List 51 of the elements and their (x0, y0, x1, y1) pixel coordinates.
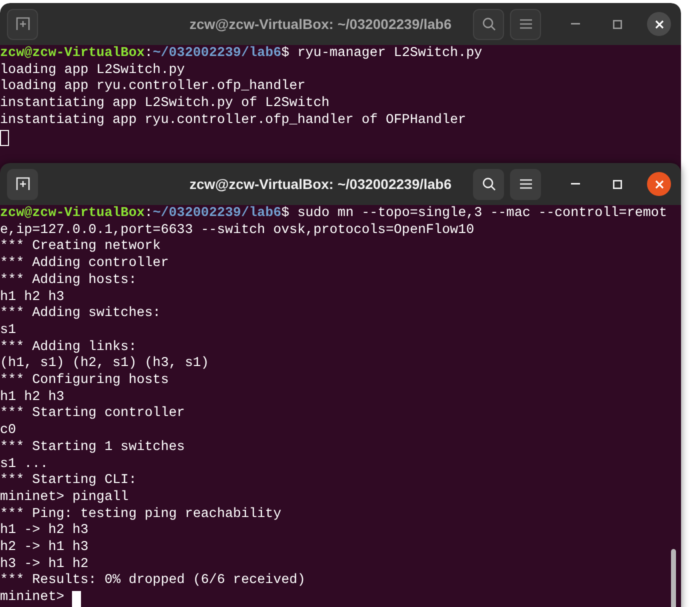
output-line: *** Creating network (0, 239, 162, 256)
output-line: *** Starting 1 switches (0, 440, 186, 457)
minimize-icon (570, 183, 580, 185)
command-line: zcw@zcw-VirtualBox:~/032002239/lab6$ ryu-manager L2Switch.py (0, 46, 484, 63)
window-title: zcw@zcw-VirtualBox: ~/032002239/lab6 (189, 174, 452, 194)
menu-icon (520, 19, 532, 29)
output-line: *** Results: 0% dropped (6/6 received) (0, 573, 306, 590)
window-title: zcw@zcw-VirtualBox: ~/032002239/lab6 (189, 14, 452, 34)
output-line: h1 h2 h3 (0, 290, 66, 306)
close-icon (654, 20, 664, 28)
close-icon (654, 180, 664, 188)
menu-button[interactable] (510, 168, 541, 200)
output-line: c0 (0, 423, 18, 440)
close-button[interactable] (647, 172, 671, 196)
output-line: instantiating app ryu.controller.ofp_handler of OFPHandler (0, 112, 468, 130)
output-line: h2 -> h1 h3 (0, 540, 90, 557)
output-line: instantiating app L2Switch.py of L2Switch (0, 96, 330, 113)
output-line: h1 h2 h3 (0, 390, 66, 406)
maximize-icon (612, 180, 622, 188)
output-line: *** Adding switches: (0, 306, 162, 323)
output-line: *** Starting CLI: (0, 473, 138, 490)
close-button[interactable] (647, 12, 671, 36)
output-line: (h1, s1) (h2, s1) (h3, s1) (0, 356, 210, 373)
output-line: *** Adding controller (0, 256, 170, 273)
output-line: *** Starting controller (0, 406, 186, 424)
search-icon (482, 17, 496, 31)
output-line: *** Adding hosts: (0, 272, 138, 290)
menu-button[interactable] (510, 8, 541, 40)
scrollbar-thumb[interactable] (671, 549, 676, 607)
shell-prompt: mininet> (0, 590, 64, 607)
new-tab-icon (16, 17, 30, 31)
output-line: *** Configuring hosts (0, 373, 170, 390)
maximize-icon (612, 20, 622, 28)
search-button[interactable] (473, 168, 504, 200)
new-tab-button[interactable] (7, 168, 38, 200)
output-line: *** Adding links: (0, 340, 138, 356)
search-button[interactable] (473, 8, 504, 40)
output-line: s1 (0, 322, 18, 340)
command-line: zcw@zcw-VirtualBox:~/032002239/lab6$ sudo mn --topo=single,3 --mac --controll=remote,ip=127.0.0.1,port=6633 --switch ovsk,protocols=OpenFlow10 (0, 206, 668, 239)
output-line: *** Ping: testing ping reachability (0, 506, 282, 523)
new-tab-icon (16, 177, 30, 191)
new-tab-button[interactable] (7, 8, 38, 40)
output-line: h1 -> h2 h3 (0, 523, 90, 540)
search-icon (482, 177, 496, 191)
output-line: loading app ryu.controller.ofp_handler (0, 79, 306, 96)
output-line: mininet> pingall (0, 490, 130, 507)
output-line: loading app L2Switch.py (0, 62, 186, 79)
output-line: h3 -> h1 h2 (0, 556, 90, 573)
output-line: s1 ... (0, 456, 50, 473)
menu-icon (520, 179, 532, 189)
minimize-icon (570, 23, 580, 25)
